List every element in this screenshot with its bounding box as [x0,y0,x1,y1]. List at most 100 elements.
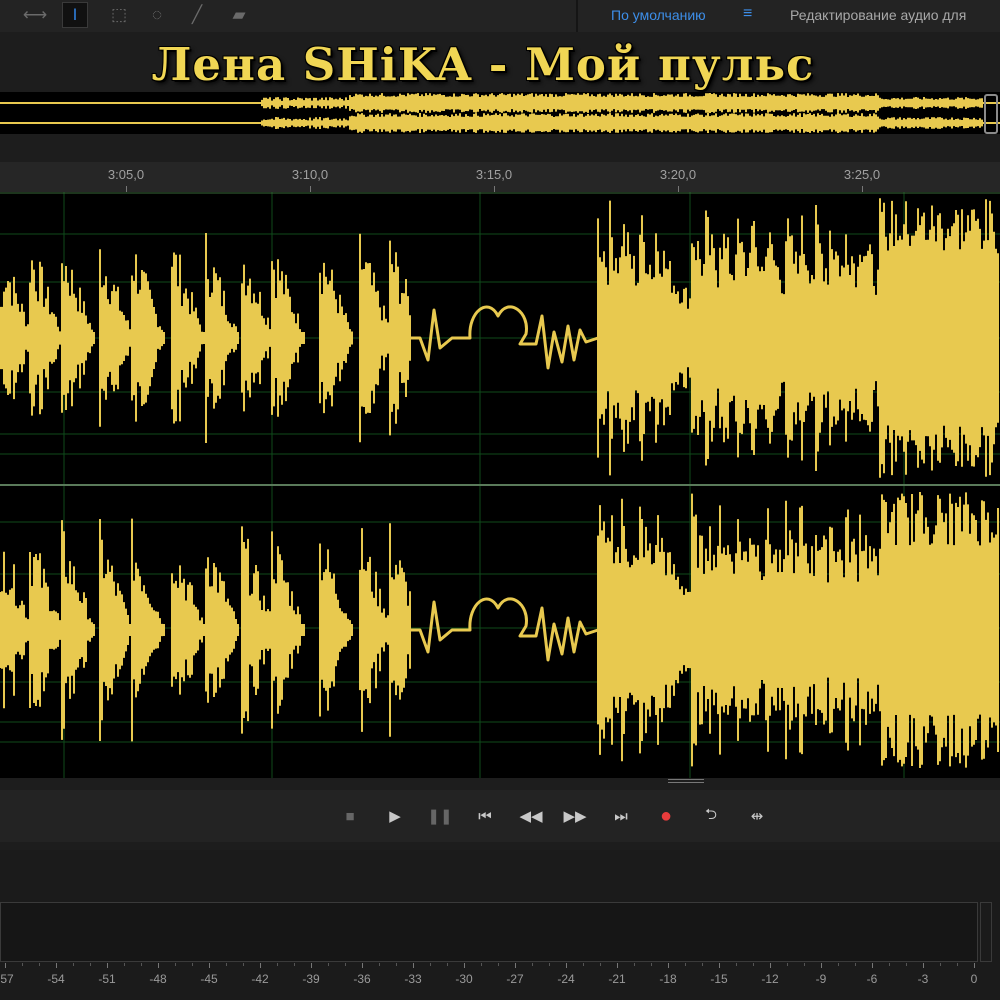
skip-back-icon: ⏮ [478,807,492,825]
move-to-previous-button[interactable]: ⏮ [470,804,500,828]
level-meter-label: -42 [251,972,269,986]
timeline-tick-label: 3:15,0 [475,167,513,182]
rewind-icon: ◀◀ [519,808,543,825]
level-meter-minor-tick [957,963,958,966]
level-meter-label: -12 [761,972,779,986]
skip-forward-icon: ⏭ [614,807,628,825]
level-meter-label: -3 [917,972,929,986]
level-meter-label: -6 [866,972,878,986]
level-meter-label: -45 [200,972,218,986]
move-to-next-button[interactable]: ⏭ [606,804,636,828]
level-meter-tick [260,963,261,968]
level-meter-minor-tick [124,963,125,966]
transport-bar [0,790,1000,842]
level-meter-minor-tick [889,963,890,966]
level-meter-minor-tick [702,963,703,966]
level-meter-label: -21 [608,972,626,986]
panel-splitter-handle[interactable] [668,778,704,784]
level-meter-tick [974,963,975,968]
timeline-tick [310,186,311,192]
level-meter-minor-tick [498,963,499,966]
timeline-tick-label: 3:05,0 [107,167,145,182]
play-button[interactable]: ▶ [380,804,410,828]
brush-selection-tool-icon[interactable]: ╱ [184,2,210,28]
timeline-tick [678,186,679,192]
level-meter-label: -27 [506,972,524,986]
level-meter-clip-indicator[interactable] [980,902,992,962]
level-meter-minor-tick [243,963,244,966]
level-meter-label: -30 [455,972,473,986]
level-meter-label: -33 [404,972,422,986]
song-title: Лена SHiKA - Мой пульс [151,38,815,91]
level-meter-label: 0 [970,972,978,986]
level-meter-minor-tick [294,963,295,966]
level-meter-minor-tick [855,963,856,966]
record-icon: ● [659,804,673,827]
level-meter-tick [923,963,924,968]
timeline-tick [862,186,863,192]
skip-selection-button[interactable]: ⇹ [742,804,772,828]
level-meter-tick [515,963,516,968]
stop-button[interactable]: ■ [335,804,365,828]
timeline-tick-label: 3:10,0 [291,167,329,182]
level-meter-minor-tick [22,963,23,966]
timeline-tick [126,186,127,192]
pause-button[interactable]: ❚❚ [425,804,455,828]
level-meter-tick [56,963,57,968]
fast-forward-button[interactable]: ▶▶ [560,804,590,828]
workspace-editing-tab[interactable]: Редактирование аудио для [790,7,966,23]
level-meter-label: -48 [149,972,167,986]
level-meter-minor-tick [481,963,482,966]
level-meter-minor-tick [651,963,652,966]
level-meter-tick [107,963,108,968]
spot-healing-brush-icon[interactable]: ▰ [226,2,252,28]
level-meter-tick [362,963,363,968]
overview-waveform-graphic [0,93,1000,133]
heartbeat-line [408,305,599,370]
level-meter-label: -54 [47,972,65,986]
level-meter-tick [158,963,159,968]
overview-waveform[interactable] [0,92,1000,134]
level-meter-tick [464,963,465,968]
level-meter-label: -18 [659,972,677,986]
play-icon: ▶ [389,808,401,825]
level-meter-tick [311,963,312,968]
level-meter-label: -9 [815,972,827,986]
level-meter-minor-tick [328,963,329,966]
level-meter-minor-tick [583,963,584,966]
workspace-selector[interactable]: По умолчанию [611,7,706,23]
level-meter-minor-tick [396,963,397,966]
level-meter-label: -15 [710,972,728,986]
record-button[interactable]: ● [651,804,681,828]
level-meter-minor-tick [804,963,805,966]
waveform-graphic [0,192,1000,778]
level-meter-minor-tick [906,963,907,966]
lasso-selection-tool-icon[interactable]: ◌ [144,2,170,28]
waveform-channel [0,492,999,768]
time-selection-scale-icon[interactable]: ⟷ [22,2,48,28]
level-meter-label: -24 [557,972,575,986]
level-meter-minor-tick [753,963,754,966]
level-meter-minor-tick [192,963,193,966]
toolbar-divider [576,0,578,32]
level-meter-tick [770,963,771,968]
workspace-menu-icon[interactable]: ≡ [743,5,752,23]
level-meter-label: -57 [0,972,14,986]
level-meter-tick [617,963,618,968]
overview-zoom-handle[interactable] [984,94,998,134]
level-meter-minor-tick [345,963,346,966]
overview-channel [0,93,1000,113]
fast-forward-icon: ▶▶ [563,808,587,825]
time-selection-tool-icon[interactable]: I [62,2,88,28]
marquee-selection-tool-icon[interactable]: ⬚ [106,2,132,28]
level-meter-minor-tick [141,963,142,966]
level-meter-minor-tick [634,963,635,966]
timeline-tick-label: 3:25,0 [843,167,881,182]
loop-playback-button[interactable]: ⮌ [696,804,726,828]
rewind-button[interactable]: ◀◀ [516,804,546,828]
level-meter-minor-tick [430,963,431,966]
level-meter-minor-tick [90,963,91,966]
waveform-editor[interactable] [0,192,1000,778]
overview-channel [0,113,1000,133]
level-meter-minor-tick [447,963,448,966]
